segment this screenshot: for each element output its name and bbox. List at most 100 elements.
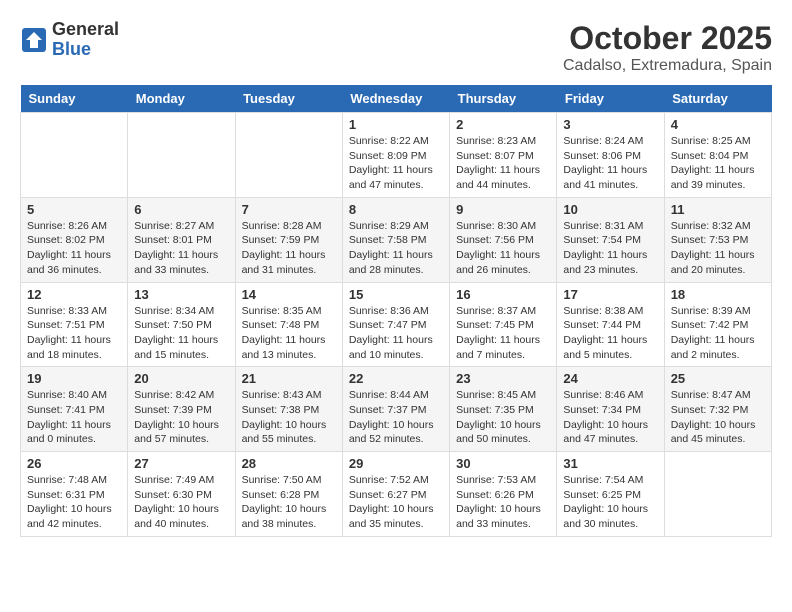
- table-row: 12 Sunrise: 8:33 AMSunset: 7:51 PMDayligh…: [21, 282, 128, 367]
- calendar-week-3: 12 Sunrise: 8:33 AMSunset: 7:51 PMDayligh…: [21, 282, 772, 367]
- table-row: 24 Sunrise: 8:46 AMSunset: 7:34 PMDayligh…: [557, 367, 664, 452]
- table-row: 31 Sunrise: 7:54 AMSunset: 6:25 PMDayligh…: [557, 452, 664, 537]
- logo-icon: [20, 26, 48, 54]
- title-area: October 2025 Cadalso, Extremadura, Spain: [563, 20, 772, 75]
- day-number: 21: [242, 371, 336, 386]
- day-number: 19: [27, 371, 121, 386]
- table-row: 10 Sunrise: 8:31 AMSunset: 7:54 PMDayligh…: [557, 197, 664, 282]
- day-number: 8: [349, 202, 443, 217]
- table-row: 4 Sunrise: 8:25 AMSunset: 8:04 PMDaylight…: [664, 113, 771, 198]
- table-row: 6Sunrise: 8:27 AMSunset: 8:01 PMDaylight…: [128, 197, 235, 282]
- table-row: [235, 113, 342, 198]
- day-info: Sunrise: 8:33 AMSunset: 7:51 PMDaylight:…: [27, 304, 121, 363]
- table-row: 2 Sunrise: 8:23 AMSunset: 8:07 PMDaylight…: [450, 113, 557, 198]
- table-row: [664, 452, 771, 537]
- table-row: 11 Sunrise: 8:32 AMSunset: 7:53 PMDayligh…: [664, 197, 771, 282]
- day-info: Sunrise: 8:25 AMSunset: 8:04 PMDaylight:…: [671, 134, 765, 193]
- logo: General Blue: [20, 20, 119, 60]
- header-wednesday: Wednesday: [342, 85, 449, 113]
- day-info: Sunrise: 8:46 AMSunset: 7:34 PMDaylight:…: [563, 388, 657, 447]
- calendar-week-4: 19 Sunrise: 8:40 AMSunset: 7:41 PMDayligh…: [21, 367, 772, 452]
- day-info: Sunrise: 8:35 AMSunset: 7:48 PMDaylight:…: [242, 304, 336, 363]
- calendar-week-1: 1 Sunrise: 8:22 AMSunset: 8:09 PMDaylight…: [21, 113, 772, 198]
- table-row: 26 Sunrise: 7:48 AMSunset: 6:31 PMDayligh…: [21, 452, 128, 537]
- table-row: 22Sunrise: 8:44 AMSunset: 7:37 PMDayligh…: [342, 367, 449, 452]
- header-sunday: Sunday: [21, 85, 128, 113]
- day-info: Sunrise: 7:49 AMSunset: 6:30 PMDaylight:…: [134, 473, 228, 532]
- day-info: Sunrise: 8:45 AMSunset: 7:35 PMDaylight:…: [456, 388, 550, 447]
- table-row: 19 Sunrise: 8:40 AMSunset: 7:41 PMDayligh…: [21, 367, 128, 452]
- day-info: Sunrise: 7:48 AMSunset: 6:31 PMDaylight:…: [27, 473, 121, 532]
- day-number: 6: [134, 202, 228, 217]
- day-info: Sunrise: 8:23 AMSunset: 8:07 PMDaylight:…: [456, 134, 550, 193]
- day-info: Sunrise: 8:37 AMSunset: 7:45 PMDaylight:…: [456, 304, 550, 363]
- day-info: Sunrise: 8:42 AMSunset: 7:39 PMDaylight:…: [134, 388, 228, 447]
- table-row: [21, 113, 128, 198]
- day-number: 20: [134, 371, 228, 386]
- header: General Blue October 2025 Cadalso, Extre…: [20, 20, 772, 75]
- day-number: 16: [456, 287, 550, 302]
- calendar-week-2: 5Sunrise: 8:26 AMSunset: 8:02 PMDaylight…: [21, 197, 772, 282]
- table-row: 8Sunrise: 8:29 AMSunset: 7:58 PMDaylight…: [342, 197, 449, 282]
- day-number: 2: [456, 117, 550, 132]
- day-number: 15: [349, 287, 443, 302]
- day-info: Sunrise: 8:26 AMSunset: 8:02 PMDaylight:…: [27, 219, 121, 278]
- header-thursday: Thursday: [450, 85, 557, 113]
- day-info: Sunrise: 8:34 AMSunset: 7:50 PMDaylight:…: [134, 304, 228, 363]
- header-saturday: Saturday: [664, 85, 771, 113]
- day-number: 13: [134, 287, 228, 302]
- logo-text: General Blue: [52, 20, 119, 60]
- day-info: Sunrise: 7:52 AMSunset: 6:27 PMDaylight:…: [349, 473, 443, 532]
- day-number: 12: [27, 287, 121, 302]
- table-row: 28 Sunrise: 7:50 AMSunset: 6:28 PMDayligh…: [235, 452, 342, 537]
- table-row: 21Sunrise: 8:43 AMSunset: 7:38 PMDayligh…: [235, 367, 342, 452]
- day-number: 27: [134, 456, 228, 471]
- table-row: 13 Sunrise: 8:34 AMSunset: 7:50 PMDayligh…: [128, 282, 235, 367]
- table-row: 23 Sunrise: 8:45 AMSunset: 7:35 PMDayligh…: [450, 367, 557, 452]
- day-number: 9: [456, 202, 550, 217]
- calendar-subtitle: Cadalso, Extremadura, Spain: [563, 57, 772, 75]
- day-number: 11: [671, 202, 765, 217]
- day-info: Sunrise: 8:36 AMSunset: 7:47 PMDaylight:…: [349, 304, 443, 363]
- table-row: 27 Sunrise: 7:49 AMSunset: 6:30 PMDayligh…: [128, 452, 235, 537]
- day-info: Sunrise: 7:54 AMSunset: 6:25 PMDaylight:…: [563, 473, 657, 532]
- day-number: 29: [349, 456, 443, 471]
- day-info: Sunrise: 7:50 AMSunset: 6:28 PMDaylight:…: [242, 473, 336, 532]
- table-row: 16 Sunrise: 8:37 AMSunset: 7:45 PMDayligh…: [450, 282, 557, 367]
- day-info: Sunrise: 8:28 AMSunset: 7:59 PMDaylight:…: [242, 219, 336, 278]
- day-number: 1: [349, 117, 443, 132]
- calendar-week-5: 26 Sunrise: 7:48 AMSunset: 6:31 PMDayligh…: [21, 452, 772, 537]
- logo-general: General: [52, 20, 119, 40]
- day-number: 28: [242, 456, 336, 471]
- day-number: 3: [563, 117, 657, 132]
- day-number: 18: [671, 287, 765, 302]
- table-row: 29 Sunrise: 7:52 AMSunset: 6:27 PMDayligh…: [342, 452, 449, 537]
- header-friday: Friday: [557, 85, 664, 113]
- day-number: 30: [456, 456, 550, 471]
- day-info: Sunrise: 8:40 AMSunset: 7:41 PMDaylight:…: [27, 388, 121, 447]
- day-number: 31: [563, 456, 657, 471]
- table-row: [128, 113, 235, 198]
- day-info: Sunrise: 8:47 AMSunset: 7:32 PMDaylight:…: [671, 388, 765, 447]
- day-info: Sunrise: 8:22 AMSunset: 8:09 PMDaylight:…: [349, 134, 443, 193]
- day-info: Sunrise: 8:30 AMSunset: 7:56 PMDaylight:…: [456, 219, 550, 278]
- day-info: Sunrise: 8:24 AMSunset: 8:06 PMDaylight:…: [563, 134, 657, 193]
- day-number: 14: [242, 287, 336, 302]
- table-row: 18Sunrise: 8:39 AMSunset: 7:42 PMDayligh…: [664, 282, 771, 367]
- calendar-title: October 2025: [563, 20, 772, 57]
- table-row: 20 Sunrise: 8:42 AMSunset: 7:39 PMDayligh…: [128, 367, 235, 452]
- table-row: 5Sunrise: 8:26 AMSunset: 8:02 PMDaylight…: [21, 197, 128, 282]
- table-row: 25Sunrise: 8:47 AMSunset: 7:32 PMDayligh…: [664, 367, 771, 452]
- day-info: Sunrise: 8:44 AMSunset: 7:37 PMDaylight:…: [349, 388, 443, 447]
- day-number: 26: [27, 456, 121, 471]
- day-info: Sunrise: 8:32 AMSunset: 7:53 PMDaylight:…: [671, 219, 765, 278]
- day-number: 4: [671, 117, 765, 132]
- day-number: 23: [456, 371, 550, 386]
- calendar-table: Sunday Monday Tuesday Wednesday Thursday…: [20, 85, 772, 537]
- day-number: 10: [563, 202, 657, 217]
- header-monday: Monday: [128, 85, 235, 113]
- table-row: 1 Sunrise: 8:22 AMSunset: 8:09 PMDaylight…: [342, 113, 449, 198]
- day-info: Sunrise: 8:31 AMSunset: 7:54 PMDaylight:…: [563, 219, 657, 278]
- day-number: 24: [563, 371, 657, 386]
- day-info: Sunrise: 8:38 AMSunset: 7:44 PMDaylight:…: [563, 304, 657, 363]
